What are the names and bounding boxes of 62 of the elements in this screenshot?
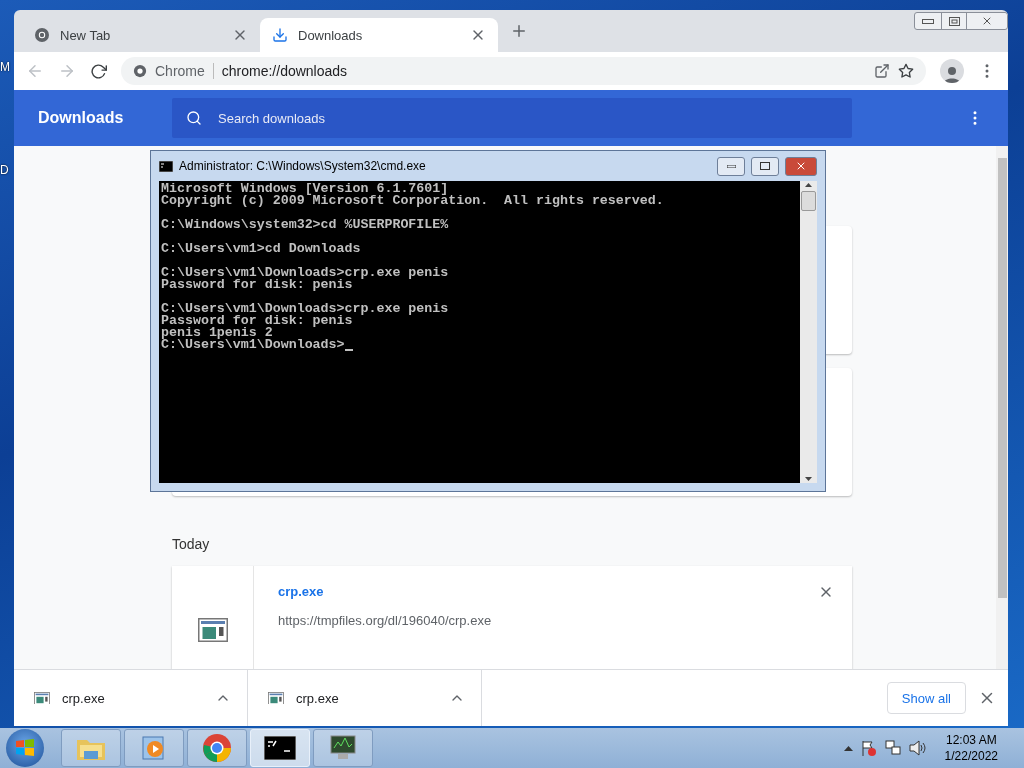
maximize-button[interactable] bbox=[751, 156, 779, 176]
source-url: https://tmpfiles.org/dl/196040/crp.exe bbox=[278, 613, 493, 628]
desktop-icon-label: D bbox=[0, 163, 9, 177]
section-label: Today bbox=[172, 536, 211, 552]
chrome-icon bbox=[133, 64, 147, 78]
minimize-button[interactable] bbox=[717, 156, 745, 176]
program-icon bbox=[34, 691, 50, 705]
console-line: Password for disk: penis bbox=[161, 315, 353, 327]
file-link[interactable]: crp.exe bbox=[278, 584, 828, 599]
taskbar-button[interactable] bbox=[313, 729, 373, 767]
console-line: penis 1penis 2 bbox=[161, 327, 273, 339]
console-line: C:\Users\vm1>cd Downloads bbox=[161, 243, 362, 255]
console-line: C:\Windows\system32>cd %USERPROFILE% bbox=[161, 219, 450, 231]
close-button[interactable] bbox=[785, 156, 817, 176]
minimize-icon bbox=[922, 18, 934, 24]
clock-time[interactable]: 12:03 AM bbox=[945, 732, 997, 748]
minimize-icon bbox=[726, 164, 736, 168]
console-line: C:\Users\vm1\Downloads> bbox=[161, 339, 800, 351]
browser-tab[interactable]: New Tab bbox=[22, 18, 260, 52]
console-line: Copyright (c) 2009 Microsoft Corporation. All rights reserved. bbox=[161, 195, 665, 207]
shelf-item[interactable]: crp.exe bbox=[248, 670, 482, 726]
search-icon bbox=[186, 110, 202, 126]
new-tab-icon[interactable] bbox=[510, 22, 528, 40]
reload-icon[interactable] bbox=[90, 62, 107, 80]
program-icon bbox=[197, 618, 228, 642]
scroll-down-icon[interactable] bbox=[805, 477, 812, 481]
console-line: C:\Users\vm1\Downloads>crp.exe penis bbox=[161, 303, 450, 315]
console-line: Password for disk: penis bbox=[161, 279, 353, 291]
share-icon[interactable] bbox=[874, 63, 890, 79]
terminal-icon bbox=[159, 160, 173, 172]
terminal-icon bbox=[264, 736, 296, 760]
scroll-thumb[interactable] bbox=[801, 191, 816, 211]
chrome-icon bbox=[34, 27, 50, 43]
console-line: C:\Users\vm1\Downloads>crp.exe penis bbox=[161, 267, 450, 279]
monitor-icon bbox=[328, 734, 358, 762]
restore-icon bbox=[948, 16, 960, 26]
volume-icon[interactable] bbox=[908, 740, 927, 756]
chrome-icon bbox=[202, 733, 232, 763]
browser-tab[interactable]: Downloads bbox=[260, 18, 498, 52]
media-player-icon bbox=[141, 735, 167, 761]
scroll-up-icon[interactable] bbox=[805, 183, 812, 187]
start-button[interactable] bbox=[6, 729, 44, 767]
page-title: Downloads bbox=[38, 109, 125, 127]
windows-logo-icon bbox=[15, 738, 35, 758]
program-icon bbox=[268, 691, 284, 705]
star-icon[interactable] bbox=[898, 63, 914, 79]
desktop-icon-label: M bbox=[0, 60, 10, 74]
search-field[interactable]: Search downloads bbox=[172, 98, 852, 138]
maximize-icon bbox=[760, 162, 770, 170]
close-icon bbox=[981, 15, 993, 27]
address-bar[interactable]: Chrome chrome://downloads bbox=[121, 57, 926, 85]
close-icon bbox=[795, 160, 807, 172]
download-icon bbox=[272, 27, 288, 43]
flag-icon[interactable] bbox=[860, 740, 877, 756]
show-hidden-icons-icon[interactable] bbox=[843, 745, 853, 751]
clock-date[interactable]: 1/22/2022 bbox=[944, 748, 998, 764]
shelf-item[interactable]: crp.exe bbox=[14, 670, 248, 726]
console-line: Microsoft Windows [Version 6.1.7601] bbox=[161, 183, 449, 195]
show-all-button[interactable]: Show all bbox=[886, 682, 966, 714]
window-title: Administrator: C:\Windows\System32\cmd.exe bbox=[179, 159, 427, 173]
avatar-icon[interactable] bbox=[940, 59, 964, 83]
network-icon[interactable] bbox=[884, 740, 901, 756]
